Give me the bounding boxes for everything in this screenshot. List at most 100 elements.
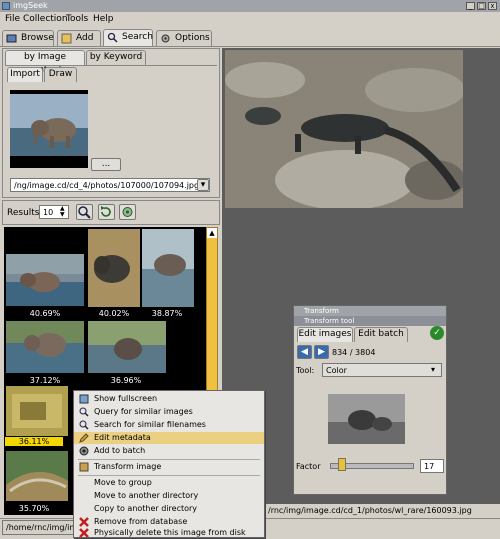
menu-query-similar-images-label: Query for similar images xyxy=(94,407,193,416)
add-icon xyxy=(61,33,72,44)
run-query-button[interactable] xyxy=(76,204,93,220)
recycle-icon xyxy=(122,207,133,217)
menu-delete-from-disk[interactable]: Physically delete this image from disk xyxy=(74,527,264,539)
fullscreen-icon xyxy=(79,394,89,404)
results-label: Results xyxy=(7,208,40,218)
tab-browse-label: Browse xyxy=(21,33,54,43)
result-score-4: 37.12% xyxy=(29,376,61,385)
search-icon xyxy=(107,32,118,43)
edit-pencil-icon xyxy=(79,433,89,443)
batch-icon xyxy=(79,446,89,456)
menu-query-similar-images[interactable]: Query for similar images xyxy=(74,406,264,418)
minimize-icon[interactable]: _ xyxy=(466,2,475,10)
transform-preview xyxy=(328,394,405,444)
result-image-2 xyxy=(88,229,140,307)
tab-edit-batch[interactable]: Edit batch xyxy=(354,327,408,342)
image-counter: 834 / 3804 xyxy=(332,348,376,357)
tab-options[interactable]: Options xyxy=(156,30,212,46)
tool-dropdown-icon[interactable]: ▾ xyxy=(431,365,435,374)
result-image-7 xyxy=(6,451,68,501)
tab-browse[interactable]: Browse xyxy=(2,30,54,46)
search-icon xyxy=(79,407,89,417)
refresh-icon xyxy=(101,206,111,217)
status-right-path: /rnc/img/image.cd/cd_1/photos/wl_rare/16… xyxy=(265,504,500,518)
menu-move-to-directory[interactable]: Move to another directory xyxy=(74,490,264,502)
menu-search-similar-filenames-label: Search for similar filenames xyxy=(94,420,206,429)
query-magnifier-icon xyxy=(78,206,91,219)
random-query-button[interactable] xyxy=(119,204,136,220)
query-path-field[interactable]: /ng/image.cd/cd_4/photos/107000/107094.j… xyxy=(10,178,210,192)
menu-remove-from-database-label: Remove from database xyxy=(94,517,188,526)
menu-collection[interactable]: Collection xyxy=(23,13,68,25)
tab-options-label: Options xyxy=(175,33,210,43)
menu-add-to-batch-label: Add to batch xyxy=(94,446,146,455)
scroll-up-icon[interactable]: ▲ xyxy=(207,228,217,238)
menu-move-to-group[interactable]: Move to group xyxy=(74,477,264,489)
next-image-icon[interactable]: ▶ xyxy=(314,345,329,359)
menu-move-to-group-label: Move to group xyxy=(94,478,152,487)
result-score-7: 35.70% xyxy=(18,504,50,513)
spinner-arrows-icon[interactable]: ▲ ▼ xyxy=(60,206,65,218)
grayscale-elephants-image xyxy=(328,394,405,444)
factor-slider-handle[interactable] xyxy=(338,458,346,471)
result-image-6 xyxy=(6,386,68,436)
delete-x-icon xyxy=(79,528,89,538)
app-icon xyxy=(2,2,10,10)
menu-separator xyxy=(78,475,260,476)
close-icon[interactable]: x xyxy=(488,2,497,10)
refresh-button[interactable] xyxy=(98,204,115,220)
tab-import[interactable]: Import xyxy=(7,67,43,82)
menu-add-to-batch[interactable]: Add to batch xyxy=(74,445,264,457)
apply-check-icon[interactable]: ✓ xyxy=(430,326,444,340)
window-title: imgSeek xyxy=(13,1,48,10)
options-icon xyxy=(161,34,170,43)
menu-transform-image[interactable]: Transform image xyxy=(74,461,264,473)
menu-search-similar-filenames[interactable]: Search for similar filenames xyxy=(74,419,264,431)
tab-add[interactable]: Add xyxy=(57,30,101,46)
result-thumb-3[interactable] xyxy=(142,229,194,307)
menu-show-fullscreen-label: Show fullscreen xyxy=(94,394,158,403)
menu-edit-metadata-label: Edit metadata xyxy=(94,433,151,442)
status-left-path: /home/rnc/img/img xyxy=(2,520,82,535)
menu-move-to-directory-label: Move to another directory xyxy=(94,491,199,500)
menu-tools[interactable]: Tools xyxy=(66,13,88,25)
menu-show-fullscreen[interactable]: Show fullscreen xyxy=(74,393,264,405)
tab-add-label: Add xyxy=(76,33,94,43)
tab-edit-images[interactable]: Edit images xyxy=(297,327,353,342)
menu-transform-image-label: Transform image xyxy=(94,462,162,471)
tab-by-keyword[interactable]: by Keyword xyxy=(86,50,146,65)
prev-image-icon[interactable]: ◀ xyxy=(297,345,312,359)
browse-file-button[interactable]: ... xyxy=(91,158,121,171)
menu-copy-to-directory[interactable]: Copy to another directory xyxy=(74,503,264,515)
result-thumb-4[interactable] xyxy=(6,321,84,373)
result-thumb-7[interactable] xyxy=(6,451,68,501)
transform-inner-titlebar: Transform tool xyxy=(294,316,446,326)
result-image-5 xyxy=(88,321,166,373)
factor-label: Factor xyxy=(296,462,321,471)
menu-file[interactable]: File xyxy=(5,13,20,25)
tab-search-label: Search xyxy=(122,32,153,42)
remove-x-icon xyxy=(79,517,89,527)
result-thumb-2[interactable] xyxy=(88,229,140,307)
menu-copy-to-directory-label: Copy to another directory xyxy=(94,504,198,513)
tool-label: Tool: xyxy=(296,366,315,375)
result-thumb-5[interactable] xyxy=(88,321,166,373)
factor-value-field[interactable]: 17 xyxy=(420,459,444,473)
menu-edit-metadata[interactable]: Edit metadata xyxy=(74,432,264,444)
tab-draw[interactable]: Draw xyxy=(44,67,77,82)
menu-help[interactable]: Help xyxy=(93,13,114,25)
result-image-1 xyxy=(6,254,84,306)
result-thumb-1[interactable] xyxy=(6,254,84,306)
query-image xyxy=(10,90,88,168)
tool-select[interactable]: Color xyxy=(322,363,442,377)
result-score-6: 36.11% xyxy=(5,437,63,446)
iguana-image xyxy=(225,50,465,210)
path-dropdown-icon[interactable]: ▾ xyxy=(197,179,209,191)
maximize-icon[interactable]: □ xyxy=(477,2,486,10)
tab-by-image-content[interactable]: by Image content xyxy=(5,50,85,75)
result-score-5: 36.96% xyxy=(110,376,142,385)
menu-delete-from-disk-label: Physically delete this image from disk xyxy=(94,528,246,537)
result-score-1: 40.69% xyxy=(29,309,61,318)
result-thumb-6[interactable] xyxy=(6,386,68,436)
tab-search[interactable]: Search xyxy=(103,29,153,46)
